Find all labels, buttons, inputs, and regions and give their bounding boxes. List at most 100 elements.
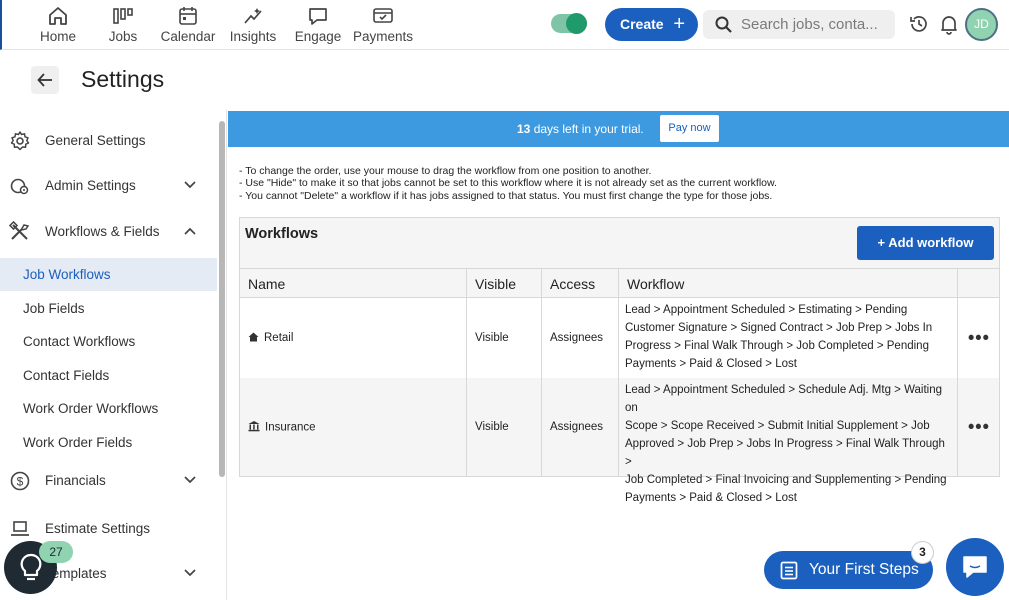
create-button[interactable]: Create +	[605, 8, 698, 41]
workflow-line: Approved > Job Prep > Jobs In Progress >…	[625, 438, 945, 468]
sidebar-item-financials[interactable]: $ Financials	[0, 464, 217, 498]
page-title: Settings	[81, 66, 165, 92]
table-row[interactable]: Insurance Visible Assignees Lead > Appoi…	[240, 378, 999, 504]
home-icon	[49, 7, 67, 25]
nav-payments-label: Payments	[352, 29, 414, 44]
sidebar-subitem-label: Job Workflows	[23, 267, 111, 282]
history-icon	[910, 16, 927, 32]
nav-home-label: Home	[39, 29, 76, 44]
nav-home[interactable]: Home	[26, 4, 90, 48]
sidebar-scrollbar[interactable]	[219, 121, 225, 477]
sidebar-item-label: Estimate Settings	[45, 521, 151, 536]
chevron-up-icon	[184, 227, 196, 235]
first-steps-count-badge: 3	[911, 541, 934, 564]
chat-button[interactable]	[946, 538, 1004, 596]
sidebar-subitem-job-fields[interactable]: Job Fields	[0, 292, 217, 325]
tools-icon	[9, 221, 30, 240]
workflow-line: Job Completed > Final Invoicing and Supp…	[625, 474, 947, 486]
sidebar-subitem-label: Work Order Fields	[23, 435, 133, 450]
column-header-access[interactable]: Access	[542, 268, 619, 297]
nav-payments[interactable]: Payments	[351, 4, 415, 48]
column-header-name[interactable]: Name	[240, 268, 467, 297]
sidebar: General Settings Admin Settings Workflow…	[0, 110, 227, 600]
avatar[interactable]: JD	[965, 8, 998, 41]
nav-calendar-label: Calendar	[160, 29, 216, 44]
add-workflow-button[interactable]: + Add workflow	[857, 226, 994, 260]
access-value: Assignees	[550, 421, 604, 433]
sidebar-subitem-label: Contact Fields	[23, 368, 110, 383]
sidebar-subitem-label: Work Order Workflows	[23, 401, 159, 416]
nav-engage[interactable]: Engage	[286, 4, 350, 48]
nav-insights[interactable]: Insights	[221, 4, 285, 48]
sidebar-item-general-settings[interactable]: General Settings	[0, 124, 217, 158]
column-header-workflow[interactable]: Workflow	[619, 268, 958, 297]
cell-workflow: Lead > Appointment Scheduled > Schedule …	[619, 378, 958, 504]
bell-icon	[941, 16, 957, 35]
workflow-name: Insurance	[265, 421, 316, 434]
chevron-down-icon	[184, 476, 196, 484]
dollar-icon: $	[10, 471, 30, 491]
estimate-icon	[11, 521, 29, 536]
cell-access: Assignees	[542, 378, 619, 476]
create-label: Create	[620, 16, 664, 32]
trial-banner: 13 days left in your trial. Pay now	[228, 111, 1009, 147]
sidebar-item-label: Workflows & Fields	[45, 224, 160, 239]
instruction-line: - Use "Hide" to make it so that jobs can…	[239, 177, 777, 190]
workflow-line: Progress > Final Walk Through > Job Comp…	[625, 340, 929, 352]
house-icon	[248, 332, 259, 342]
workflow-line: Scope > Scope Received > Submit Initial …	[625, 420, 930, 432]
admin-icon	[10, 178, 29, 195]
sidebar-subitem-label: Job Fields	[23, 301, 85, 316]
access-value: Assignees	[550, 332, 604, 344]
table-row[interactable]: Retail Visible Assignees Lead > Appointm…	[240, 297, 999, 378]
instruction-line: - You cannot "Delete" a workflow if it h…	[239, 189, 773, 202]
cell-visible: Visible	[467, 378, 542, 476]
search-icon	[715, 16, 732, 33]
search-input[interactable]	[741, 10, 889, 39]
workflow-line: Lead > Appointment Scheduled > Estimatin…	[625, 304, 908, 316]
back-button[interactable]	[31, 66, 59, 94]
sidebar-item-workflows-fields[interactable]: Workflows & Fields	[0, 215, 217, 249]
sidebar-subitem-job-workflows[interactable]: Job Workflows	[0, 258, 217, 291]
workflows-panel: Workflows + Add workflow Name Visible Ac…	[239, 217, 1000, 504]
chat-icon	[963, 556, 987, 578]
workflow-line: Payments > Paid & Closed > Lost	[625, 492, 797, 504]
search-box[interactable]	[703, 10, 895, 39]
sidebar-subitem-work-order-workflows[interactable]: Work Order Workflows	[0, 392, 217, 425]
sidebar-subitem-label: Contact Workflows	[23, 334, 136, 349]
lightbulb-icon	[20, 553, 42, 581]
instructions: - To change the order, use your mouse to…	[239, 165, 777, 202]
visible-value: Visible	[475, 332, 509, 344]
more-options-button[interactable]: •••	[968, 417, 990, 438]
sidebar-item-admin-settings[interactable]: Admin Settings	[0, 169, 217, 203]
workflows-title: Workflows	[245, 226, 319, 242]
top-nav: Home Jobs Calendar Insights Engage Payme…	[0, 0, 1009, 50]
history-button[interactable]	[908, 13, 930, 40]
nav-calendar[interactable]: Calendar	[156, 4, 220, 48]
plus-icon: +	[673, 13, 685, 35]
engage-icon	[309, 8, 327, 25]
sidebar-subitem-contact-fields[interactable]: Contact Fields	[0, 359, 217, 392]
sidebar-item-label: Financials	[45, 473, 106, 488]
nav-insights-label: Insights	[229, 29, 277, 44]
workflow-line: Customer Signature > Signed Contract > J…	[625, 322, 933, 334]
jobs-icon	[113, 8, 133, 24]
workflow-line: Payments > Paid & Closed > Lost	[625, 358, 797, 370]
cell-name: Retail	[240, 298, 467, 378]
chevron-down-icon	[184, 181, 196, 189]
svg-text:$: $	[17, 475, 24, 489]
cell-visible: Visible	[467, 298, 542, 378]
view-toggle[interactable]	[551, 13, 587, 34]
first-steps-button[interactable]: Your First Steps	[764, 551, 933, 589]
sidebar-subitem-contact-workflows[interactable]: Contact Workflows	[0, 325, 217, 358]
payments-icon	[373, 8, 393, 23]
notifications-button[interactable]	[938, 13, 960, 40]
more-options-button[interactable]: •••	[968, 328, 990, 349]
nav-jobs[interactable]: Jobs	[91, 4, 155, 48]
column-header-visible[interactable]: Visible	[467, 268, 542, 297]
nav-engage-label: Engage	[294, 29, 342, 44]
pay-now-button[interactable]: Pay now	[660, 115, 719, 142]
sidebar-subitem-work-order-fields[interactable]: Work Order Fields	[0, 426, 217, 459]
workflow-line: Lead > Appointment Scheduled > Schedule …	[625, 384, 942, 414]
column-header-actions	[958, 268, 999, 297]
